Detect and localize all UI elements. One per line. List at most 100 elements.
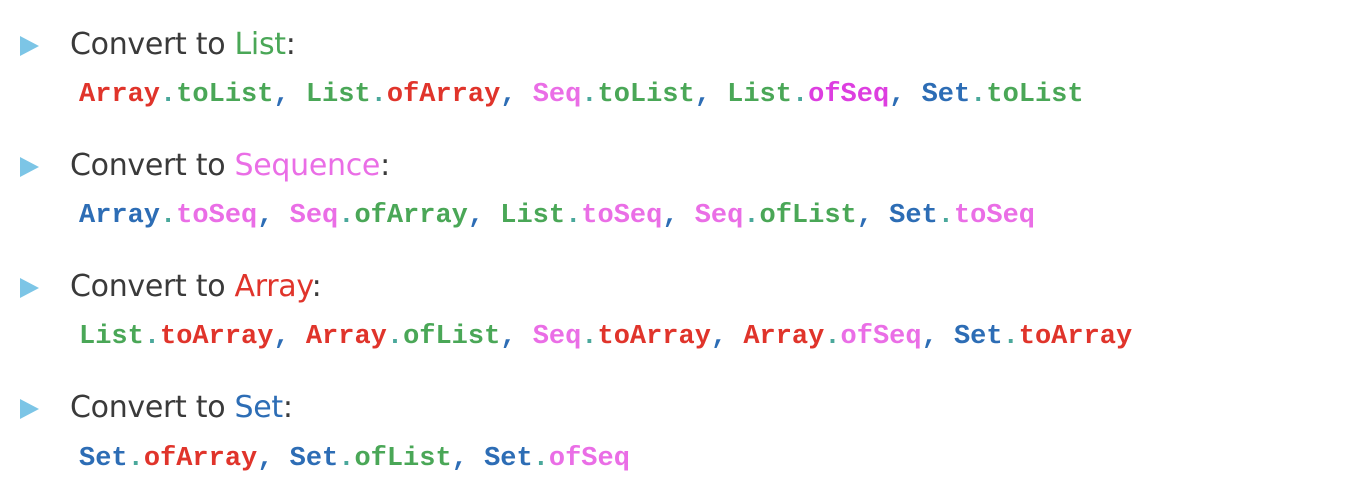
module-name: Set	[79, 444, 128, 474]
dot-separator: .	[370, 80, 387, 110]
function-name: toList	[176, 80, 274, 110]
comma-separator: ,	[710, 322, 744, 352]
comma-separator: ,	[889, 80, 922, 110]
module-name: Set	[953, 322, 1003, 352]
module-name: Seq	[694, 201, 744, 231]
function-reference: List.toSeq	[500, 201, 662, 231]
comma-separator: ,	[921, 322, 954, 352]
function-reference: Seq.toList	[533, 80, 695, 110]
function-name: ofArray	[354, 201, 468, 231]
function-reference: Seq.ofList	[695, 201, 857, 231]
heading-prefix: Convert to	[70, 390, 235, 425]
function-name: toArray	[1018, 322, 1133, 352]
triangle-right-icon	[20, 157, 39, 177]
module-name: Set	[921, 80, 971, 110]
module-name: Set	[484, 444, 533, 474]
function-reference: List.ofArray	[306, 80, 500, 110]
dot-separator: .	[743, 201, 760, 231]
comma-separator: ,	[500, 80, 533, 110]
function-reference: Set.toList	[922, 80, 1084, 110]
heading-target: Set	[234, 390, 284, 425]
heading-suffix: :	[380, 148, 390, 183]
dot-separator: .	[970, 80, 987, 110]
comma-separator: ,	[257, 444, 290, 474]
section-set-functions: Set.ofArray, Set.ofList, Set.ofSeq	[79, 434, 630, 484]
function-reference: Array.toSeq	[79, 201, 257, 231]
heading-suffix: :	[282, 390, 293, 425]
comma-separator: ,	[273, 322, 306, 352]
function-name: ofSeq	[548, 444, 630, 474]
function-name: toList	[597, 80, 695, 110]
module-name: Set	[889, 201, 938, 231]
function-reference: Set.toArray	[954, 322, 1132, 352]
module-name: Seq	[532, 322, 582, 352]
function-name: ofList	[403, 322, 501, 352]
function-reference: Set.toSeq	[889, 201, 1035, 231]
function-name: ofList	[759, 201, 857, 231]
dot-separator: .	[143, 322, 161, 352]
function-name: toArray	[597, 322, 711, 352]
function-reference: Array.toList	[79, 80, 273, 110]
triangle-right-icon	[20, 399, 39, 419]
section-set-heading: Convert to Set:	[0, 375, 1350, 435]
function-reference: List.toArray	[79, 322, 273, 352]
triangle-right-icon	[20, 36, 39, 56]
dot-separator: .	[127, 444, 144, 474]
heading-prefix: Convert to	[70, 148, 235, 183]
function-reference: Set.ofSeq	[484, 444, 630, 474]
heading-target: Sequence	[234, 148, 381, 183]
heading-suffix: :	[311, 269, 322, 304]
dot-separator: .	[386, 322, 404, 352]
module-name: List	[727, 80, 792, 110]
heading-prefix: Convert to	[70, 27, 235, 62]
module-name: List	[500, 201, 566, 231]
heading-prefix: Convert to	[70, 269, 235, 304]
function-reference: Set.ofArray	[79, 444, 257, 474]
dot-separator: .	[824, 322, 841, 352]
section-array-heading: Convert to Array:	[0, 254, 1350, 314]
dot-separator: .	[937, 201, 954, 231]
heading-target: Array	[234, 269, 312, 304]
comma-separator: ,	[500, 322, 533, 352]
comma-separator: ,	[273, 80, 306, 110]
conversion-slide: Convert to List: Array.toList, List.ofAr…	[0, 0, 1350, 498]
module-name: Seq	[289, 201, 339, 231]
module-name: List	[79, 322, 144, 352]
section-sequence-functions: Array.toSeq, Seq.ofArray, List.toSeq, Se…	[79, 191, 1035, 241]
comma-separator: ,	[856, 201, 890, 231]
function-reference: List.ofSeq	[727, 80, 889, 110]
dot-separator: .	[160, 80, 177, 110]
function-name: toSeq	[581, 201, 663, 231]
section-array-functions: List.toArray, Array.ofList, Seq.toArray,…	[79, 312, 1132, 362]
function-name: ofList	[354, 444, 452, 474]
comma-separator: ,	[451, 444, 485, 474]
dot-separator: .	[160, 201, 177, 231]
module-name: Seq	[532, 80, 582, 110]
heading-target: List	[234, 27, 287, 62]
function-name: toList	[986, 80, 1084, 110]
function-name: ofArray	[143, 444, 258, 474]
section-list-functions: Array.toList, List.ofArray, Seq.toList, …	[79, 70, 1084, 120]
function-reference: Array.ofSeq	[743, 322, 921, 352]
dot-separator: .	[338, 444, 355, 474]
section-list-heading: Convert to List:	[0, 12, 1350, 72]
comma-separator: ,	[662, 201, 695, 231]
function-reference: Array.ofList	[306, 322, 500, 352]
dot-separator: .	[581, 322, 598, 352]
function-reference: Seq.ofArray	[290, 201, 468, 231]
dot-separator: .	[532, 444, 549, 474]
function-name: toSeq	[176, 201, 258, 231]
module-name: Array	[305, 322, 387, 352]
function-name: ofSeq	[808, 80, 890, 110]
module-name: Set	[289, 444, 339, 474]
function-name: toArray	[160, 322, 274, 352]
function-reference: Seq.toArray	[533, 322, 711, 352]
module-name: List	[305, 80, 371, 110]
section-sequence-heading: Convert to Sequence:	[0, 133, 1350, 193]
module-name: Array	[79, 201, 161, 231]
function-name: ofArray	[386, 80, 501, 110]
dot-separator: .	[581, 80, 598, 110]
dot-separator: .	[791, 80, 809, 110]
heading-suffix: :	[285, 27, 296, 62]
comma-separator: ,	[467, 201, 501, 231]
